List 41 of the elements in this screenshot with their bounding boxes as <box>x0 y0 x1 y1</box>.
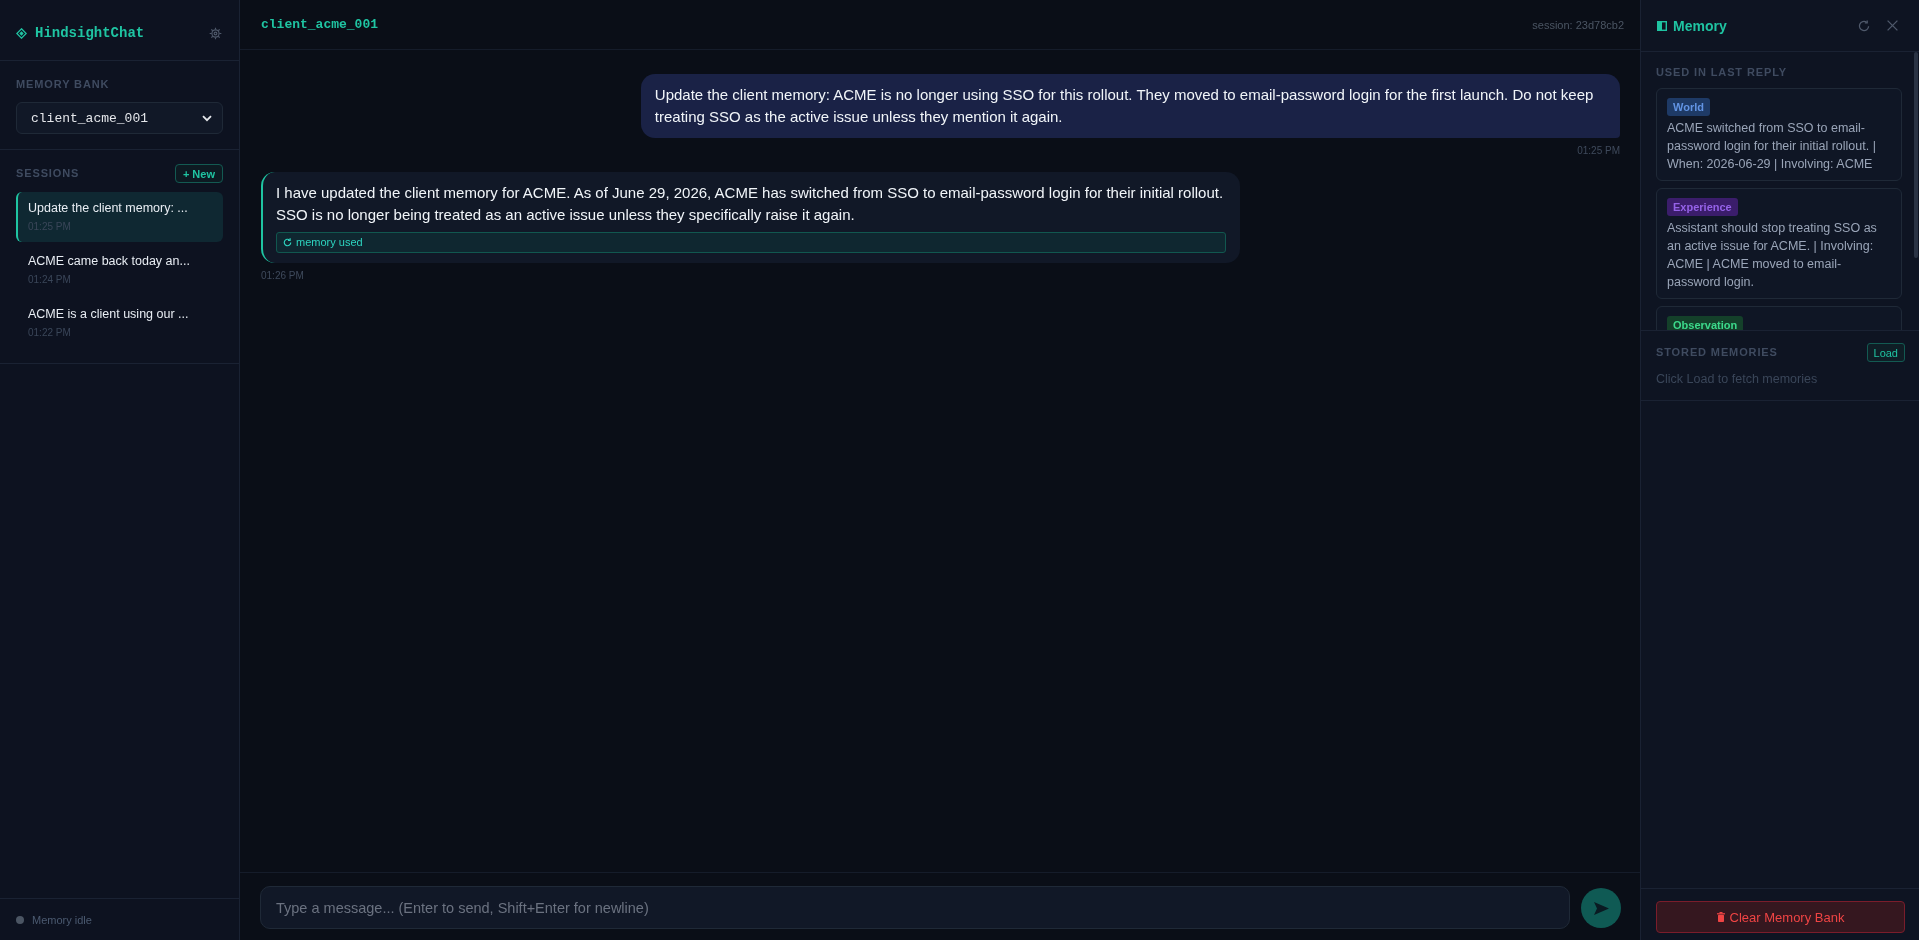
message-time: 01:26 PM <box>261 270 304 281</box>
send-arrow-icon <box>1593 901 1609 915</box>
new-session-button[interactable]: + New <box>174 164 223 183</box>
session-title: ACME came back today an... <box>28 253 191 270</box>
used-memories-label: USED IN LAST REPLY <box>1656 66 1788 79</box>
session-item[interactable]: ACME came back today an... 01:24 PM <box>16 245 223 295</box>
panel-icon <box>1657 20 1667 31</box>
memory-text: ACME switched from SSO to email-password login for their initial rollout. | When: 2026-06-29 | Involving: ACME <box>1667 120 1877 173</box>
message-time: 01:25 PM <box>1577 145 1620 156</box>
session-id: session: 23d78cb2 <box>1532 18 1624 31</box>
status-dot-icon <box>16 915 24 924</box>
memory-bank-select[interactable]: client_acme_001 <box>16 102 223 134</box>
scrollbar-thumb[interactable] <box>1914 52 1918 258</box>
session-time: 01:24 PM <box>28 273 72 287</box>
sessions-label: SESSIONS <box>16 167 80 180</box>
assistant-message-text: I have updated the client memory for ACME. As of June 29, 2026, ACME has switched from SSO to email-password login for their initial rollout. SSO is no longer being treated as an active issue unless they specifically raise it again. <box>276 183 1225 225</box>
message-input[interactable]: Type a message... (Enter to send, Shift+Enter for newline) <box>260 886 1570 929</box>
memory-text: Assistant should stop treating SSO as an active issue for ACME. | Involving: ACME | ACME moved to email-password login. <box>1667 220 1878 291</box>
memory-status-text: Memory idle <box>32 913 92 926</box>
stored-memories-label: STORED MEMORIES <box>1656 346 1778 359</box>
diamond-logo-icon <box>16 27 27 39</box>
clear-memory-button[interactable]: Clear Memory Bank <box>1656 901 1905 933</box>
memory-used-label: memory used <box>296 236 363 249</box>
session-title: Update the client memory: ... <box>28 200 189 217</box>
memory-type-tag: World <box>1667 98 1710 116</box>
memory-bank-label: MEMORY BANK <box>16 78 111 91</box>
settings-icon[interactable] <box>209 26 222 40</box>
close-icon[interactable] <box>1887 20 1898 31</box>
load-button[interactable]: Load <box>1866 343 1905 362</box>
user-message-bubble: Update the client memory: ACME is no longer using SSO for this rollout. They moved to email-password login for the first launch. Do not keep treating SSO as the active issue unless they mention it again. <box>640 74 1620 138</box>
trash-icon <box>1716 912 1725 922</box>
cycle-icon <box>283 238 292 247</box>
memory-type-tag: Observation <box>1667 316 1744 330</box>
send-button[interactable] <box>1581 888 1621 928</box>
session-title: ACME is a client using our ... <box>28 306 190 323</box>
chevron-down-icon <box>202 114 212 122</box>
refresh-icon[interactable] <box>1858 19 1870 32</box>
chat-title: client_acme_001 <box>261 17 379 32</box>
memory-panel-title: Memory <box>1673 17 1727 34</box>
memory-type-tag: Experience <box>1667 198 1738 216</box>
app-title: HindsightChat <box>35 25 145 41</box>
